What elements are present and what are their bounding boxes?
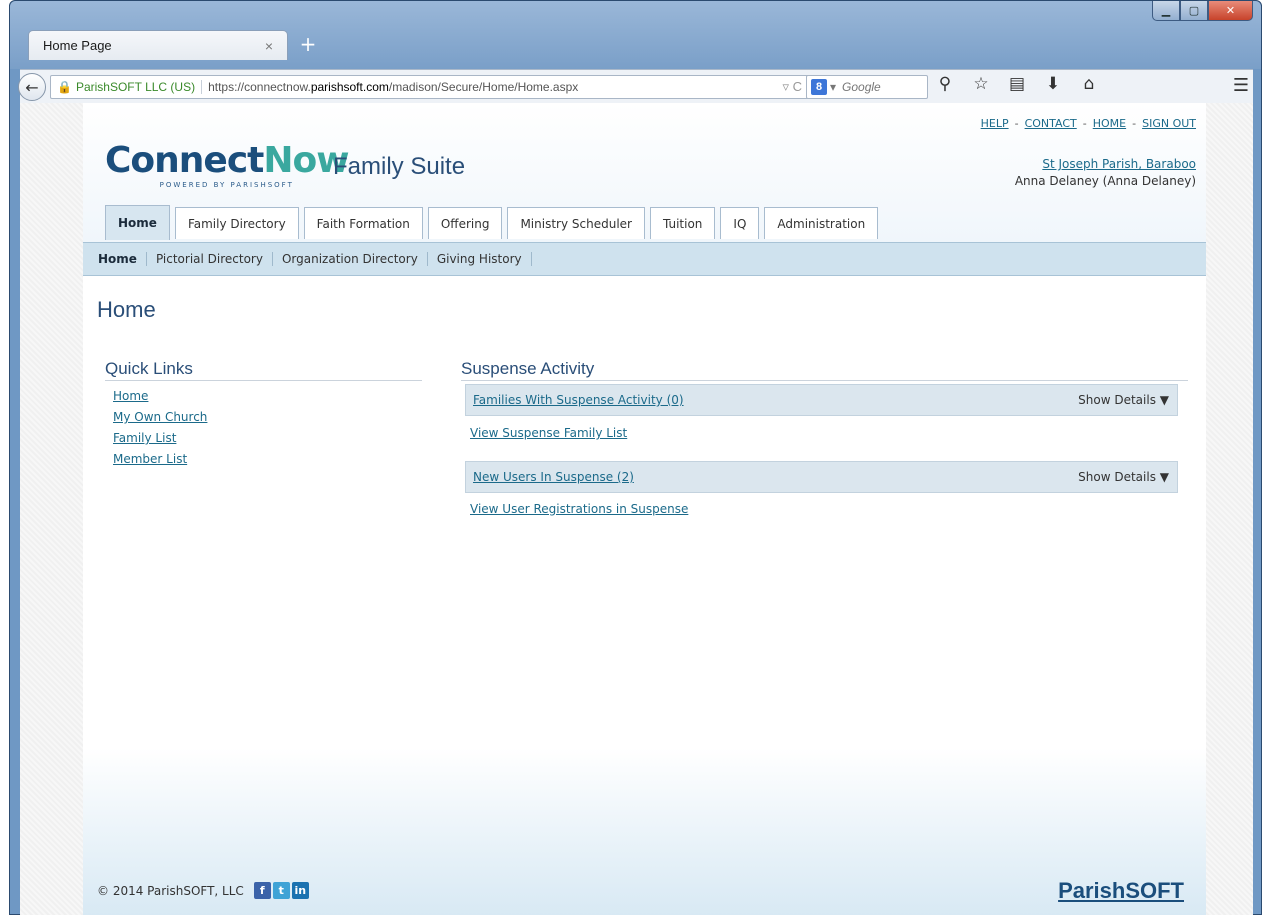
main-tabs: Home Family Directory Faith Formation Of… — [105, 205, 879, 240]
quick-links-list: Home My Own Church Family List Member Li… — [113, 386, 207, 470]
minimize-button[interactable]: ▁ — [1152, 1, 1180, 21]
top-links: HELP - CONTACT - HOME - SIGN OUT — [981, 117, 1196, 130]
quick-links-heading: Quick Links — [105, 359, 422, 381]
search-placeholder: Google — [842, 80, 881, 94]
page-title: Home — [97, 297, 156, 322]
logo-text: ConnectNow — [105, 140, 350, 181]
subnav-pictorial-directory[interactable]: Pictorial Directory — [147, 252, 273, 266]
tab-administration[interactable]: Administration — [764, 207, 879, 239]
families-suspense-panel: Families With Suspense Activity (0) Show… — [465, 384, 1178, 416]
browser-window: Home Page × + ▁ ▢ ✕ ← 🔒 ParishSOFT LLC (… — [9, 0, 1262, 915]
user-name: Anna Delaney (Anna Delaney) — [1014, 174, 1196, 188]
new-tab-button[interactable]: + — [294, 31, 322, 57]
view-suspense-family-list-link[interactable]: View Suspense Family List — [470, 426, 627, 440]
copyright-text: © 2014 ParishSOFT, LLC — [97, 883, 244, 898]
tab-family-directory[interactable]: Family Directory — [174, 207, 299, 239]
facebook-icon[interactable]: f — [253, 882, 271, 899]
view-user-registrations-link[interactable]: View User Registrations in Suspense — [470, 502, 688, 516]
link-separator: - — [1014, 117, 1019, 130]
help-link[interactable]: HELP — [981, 117, 1009, 130]
logo-text-a: Connect — [105, 140, 264, 181]
site-identity[interactable]: ParishSOFT LLC (US) — [76, 80, 203, 94]
download-icon[interactable]: ⬇ — [1044, 74, 1062, 94]
search-bar[interactable]: 8 ▾ Google — [806, 75, 928, 99]
families-suspense-link[interactable]: Families With Suspense Activity (0) — [473, 393, 684, 407]
tab-title: Home Page — [43, 38, 112, 53]
toolbar-icons: ⚲ ☆ ▤ ⬇ ⌂ — [936, 74, 1098, 94]
maximize-button[interactable]: ▢ — [1180, 1, 1208, 21]
window-controls: ▁ ▢ ✕ — [1152, 1, 1253, 21]
url-prefix: https://connectnow. — [208, 80, 311, 94]
families-show-details-toggle[interactable]: Show Details ▼ — [1078, 393, 1169, 407]
parish-info: St Joseph Parish, Baraboo Anna Delaney (… — [1015, 157, 1196, 188]
home-icon[interactable]: ⌂ — [1080, 74, 1098, 94]
search-icon[interactable]: ⚲ — [936, 74, 954, 94]
google-search-engine-icon[interactable]: 8 — [811, 79, 827, 95]
title-bar: Home Page × + ▁ ▢ ✕ — [10, 1, 1261, 69]
tab-faith-formation[interactable]: Faith Formation — [303, 207, 423, 239]
tab-iq[interactable]: IQ — [720, 207, 760, 239]
logo-subtitle: POWERED BY PARISHSOFT — [159, 181, 294, 189]
sign-out-link[interactable]: SIGN OUT — [1142, 117, 1196, 130]
url-domain: parishsoft.com — [310, 80, 389, 94]
copyright: © 2014 ParishSOFT, LLC f t in — [97, 882, 309, 899]
back-arrow-icon[interactable]: ← — [18, 73, 46, 101]
navigation-bar: ← 🔒 ParishSOFT LLC (US) https://connectn… — [18, 69, 1253, 103]
link-separator: - — [1132, 117, 1137, 130]
suspense-activity-heading: Suspense Activity — [461, 359, 1188, 381]
sub-navigation: Home Pictorial Directory Organization Di… — [83, 242, 1206, 276]
twitter-icon[interactable]: t — [272, 882, 290, 899]
contact-link[interactable]: CONTACT — [1025, 117, 1077, 130]
parishsoft-logo[interactable]: ParishSOFT — [1058, 878, 1184, 904]
home-link[interactable]: HOME — [1093, 117, 1126, 130]
quick-link-family-list[interactable]: Family List — [113, 428, 207, 449]
link-separator: - — [1082, 117, 1087, 130]
tab-home[interactable]: Home — [105, 205, 170, 240]
linkedin-icon[interactable]: in — [291, 882, 309, 899]
url-path: /madison/Secure/Home/Home.aspx — [388, 80, 579, 94]
tab-tuition[interactable]: Tuition — [649, 207, 716, 239]
lock-icon: 🔒 — [57, 80, 72, 94]
subnav-giving-history[interactable]: Giving History — [428, 252, 532, 266]
page-content: ConnectNow POWERED BY PARISHSOFT Family … — [83, 103, 1206, 915]
connectnow-logo[interactable]: ConnectNow POWERED BY PARISHSOFT — [105, 140, 350, 190]
url-bar[interactable]: 🔒 ParishSOFT LLC (US) https://connectnow… — [50, 75, 811, 99]
quick-link-home[interactable]: Home — [113, 386, 207, 407]
page-viewport: ConnectNow POWERED BY PARISHSOFT Family … — [20, 103, 1253, 915]
page-footer: © 2014 ParishSOFT, LLC f t in ParishSOFT — [83, 748, 1206, 915]
subnav-home[interactable]: Home — [89, 252, 147, 266]
suite-title: Family Suite — [333, 153, 466, 180]
tab-offering[interactable]: Offering — [427, 207, 503, 239]
subnav-organization-directory[interactable]: Organization Directory — [273, 252, 428, 266]
close-tab-icon[interactable]: × — [265, 38, 273, 54]
tab-ministry-scheduler[interactable]: Ministry Scheduler — [507, 207, 645, 239]
bookmark-star-icon[interactable]: ☆ — [972, 74, 990, 94]
parish-link[interactable]: St Joseph Parish, Baraboo — [1015, 157, 1196, 171]
hamburger-menu-icon[interactable]: ☰ — [1233, 75, 1249, 96]
reading-list-icon[interactable]: ▤ — [1008, 74, 1026, 94]
quick-link-my-own-church[interactable]: My Own Church — [113, 407, 207, 428]
social-links: f t in — [253, 882, 309, 899]
users-suspense-link[interactable]: New Users In Suspense (2) — [473, 470, 634, 484]
engine-dropdown-icon[interactable]: ▾ — [830, 80, 836, 94]
close-window-button[interactable]: ✕ — [1208, 1, 1253, 21]
quick-link-member-list[interactable]: Member List — [113, 449, 207, 470]
users-show-details-toggle[interactable]: Show Details ▼ — [1078, 470, 1169, 484]
users-suspense-panel: New Users In Suspense (2) Show Details ▼ — [465, 461, 1178, 493]
url-text[interactable]: https://connectnow.parishsoft.com/madiso… — [202, 80, 782, 94]
browser-tab-home-page[interactable]: Home Page × — [28, 30, 288, 60]
site-header: ConnectNow POWERED BY PARISHSOFT Family … — [83, 103, 1206, 243]
